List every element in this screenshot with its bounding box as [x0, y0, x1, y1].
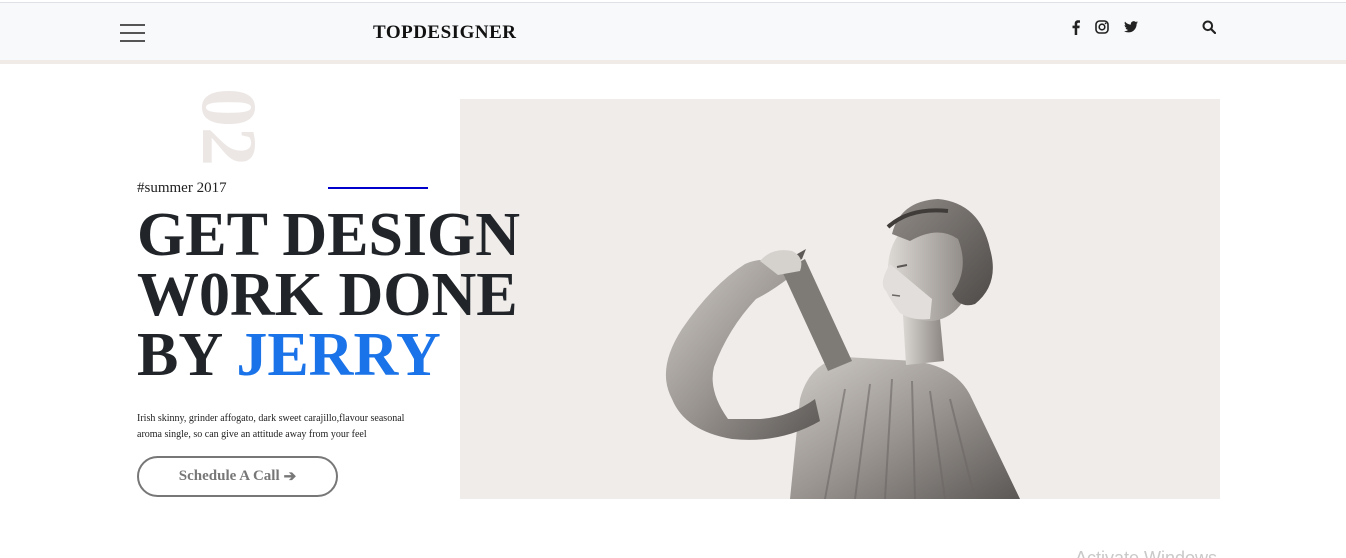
hero-title-accent: JERRY	[236, 321, 441, 389]
hero-title: GET DESIGN W0RK DONE BY JERRY	[137, 201, 521, 386]
hero-statue-image	[460, 99, 1220, 499]
schedule-call-label: Schedule A Call	[178, 468, 280, 484]
instagram-icon[interactable]	[1094, 18, 1110, 36]
top-navbar: TOPDESIGNER	[0, 2, 1346, 60]
hero-tag: #summer 2017	[137, 180, 227, 196]
statue-illustration	[665, 199, 1020, 499]
arrow-right-icon: ➔	[283, 469, 297, 485]
tag-underline	[328, 187, 428, 189]
hero-title-line-3: BY JERRY	[137, 324, 520, 386]
search-icon[interactable]	[1201, 18, 1217, 36]
hero-title-line-2: W0RK DONE	[137, 261, 518, 329]
twitter-icon[interactable]	[1123, 18, 1139, 36]
hero-description: Irish skinny, grinder affogato, dark swe…	[137, 413, 405, 440]
brand-logo[interactable]: TOPDESIGNER	[373, 22, 516, 44]
menu-icon[interactable]	[120, 23, 145, 43]
schedule-call-button[interactable]: Schedule A Call ➔	[137, 456, 338, 497]
slide-number: 02	[186, 88, 273, 166]
activate-windows-watermark: Activate Windows	[1075, 548, 1218, 558]
navbar-divider	[0, 60, 1346, 64]
facebook-icon[interactable]	[1069, 18, 1083, 36]
hero-title-line-1: GET DESIGN	[137, 201, 521, 269]
hero-title-prefix: BY	[137, 321, 237, 389]
